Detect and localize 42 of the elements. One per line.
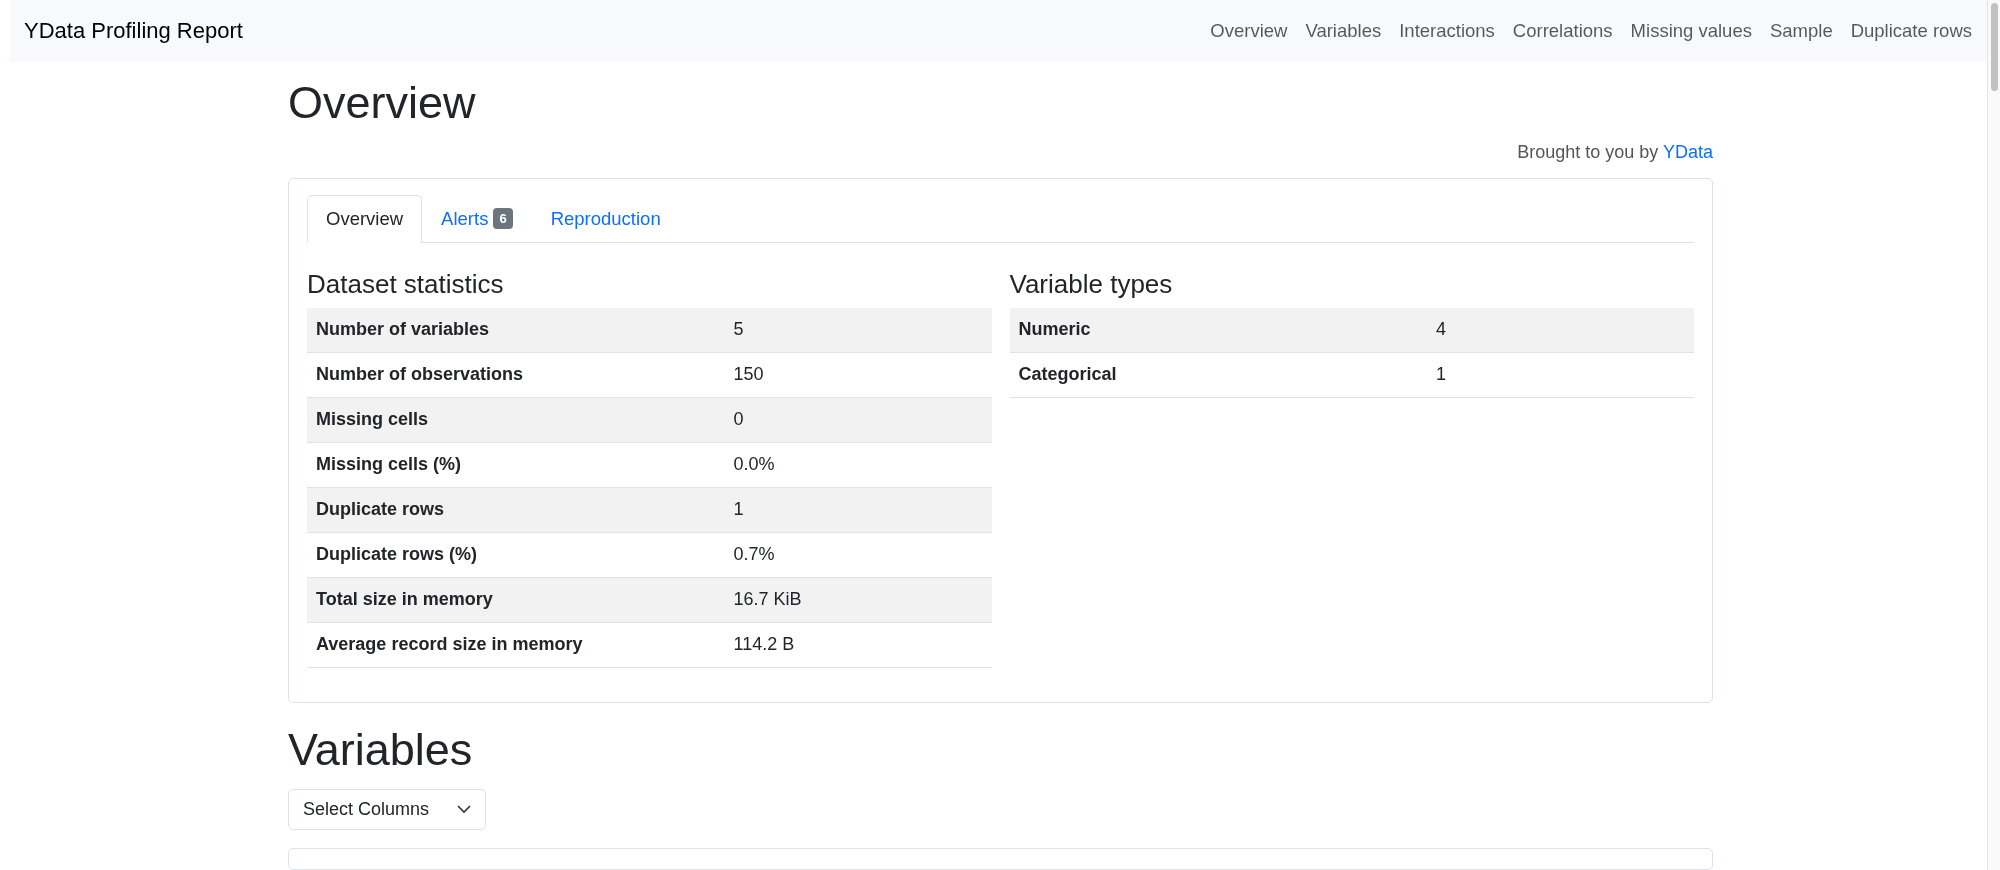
stat-value: 150 — [724, 352, 992, 398]
stat-value: 1 — [1427, 352, 1694, 398]
nav-link[interactable]: Duplicate rows — [1850, 20, 1972, 42]
nav-link[interactable]: Sample — [1769, 20, 1833, 42]
stat-value: 0.0% — [724, 442, 992, 488]
tab[interactable]: Reproduction — [531, 194, 680, 243]
nav-link[interactable]: Overview — [1210, 20, 1288, 42]
nav-link[interactable]: Missing values — [1630, 20, 1752, 42]
section-heading: Overview — [288, 76, 477, 130]
section-heading: Variables — [288, 722, 474, 777]
stat-label: Average record size in memory — [307, 622, 725, 668]
nav-link[interactable]: Interactions — [1399, 20, 1495, 42]
chevron-down-icon — [457, 804, 472, 814]
stat-label: Number of variables — [307, 307, 725, 353]
credit-text: Brought to you by YData — [1516, 142, 1713, 164]
stat-value: 114.2 B — [724, 622, 992, 668]
stat-value: 1 — [724, 487, 992, 533]
brand-title[interactable]: YData Profiling Report — [24, 18, 243, 44]
section-title: Dataset statistics — [307, 268, 505, 300]
stat-label: Duplicate rows (%) — [307, 532, 725, 578]
stat-label: Numeric — [1009, 307, 1428, 353]
stat-value: 0.7% — [724, 532, 992, 578]
stat-label: Missing cells — [307, 397, 725, 443]
scrollbar[interactable] — [1987, 0, 2000, 870]
stat-value: 0 — [724, 397, 992, 443]
count-badge: 6 — [493, 208, 513, 230]
tab[interactable]: Alerts 6 — [422, 194, 532, 243]
stat-label: Total size in memory — [307, 577, 725, 623]
section-title: Variable types — [1009, 268, 1174, 300]
stat-value: 16.7 KiB — [724, 577, 992, 623]
select-columns-dropdown[interactable]: Select Columns — [288, 788, 487, 830]
stat-value: 5 — [724, 307, 992, 353]
nav-link[interactable]: Correlations — [1512, 20, 1613, 42]
tab[interactable]: Overview — [307, 194, 423, 243]
stat-value: 4 — [1427, 307, 1694, 353]
stat-label: Duplicate rows — [307, 487, 725, 533]
stat-label: Categorical — [1009, 352, 1428, 398]
nav-link[interactable]: Variables — [1305, 20, 1382, 42]
ydata-link[interactable]: YData — [1662, 142, 1713, 162]
stat-label: Missing cells (%) — [307, 442, 725, 488]
stat-label: Number of observations — [307, 352, 725, 398]
scrollbar-thumb[interactable] — [1991, 3, 1998, 91]
